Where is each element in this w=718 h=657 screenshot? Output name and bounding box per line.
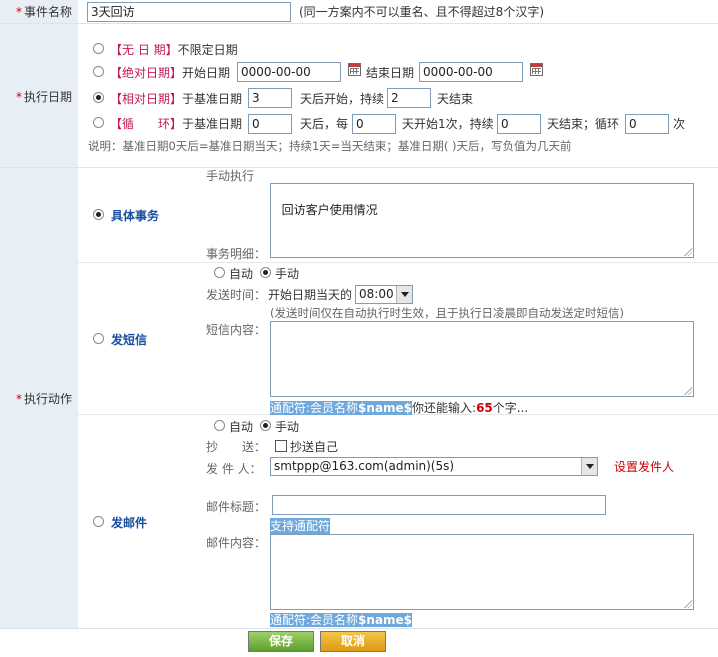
sms-manual-label: 手动 xyxy=(275,267,300,281)
sms-wildcard-var: $name$ xyxy=(358,401,413,415)
cycle-text-3: 天结束；循环 xyxy=(547,117,620,131)
cycle-every-input[interactable]: 0 xyxy=(352,114,396,134)
email-manual-label: 手动 xyxy=(275,420,300,434)
email-cc-self-checkbox[interactable] xyxy=(275,440,287,452)
email-wildcard-var: $name$ xyxy=(358,613,413,627)
email-sender-label: 发 件 人： xyxy=(206,462,262,476)
task-detail-text: 回访客户使用情况 xyxy=(281,203,378,217)
relative-start-input[interactable]: 3 xyxy=(248,88,292,108)
cycle-text-4: 次 xyxy=(673,117,686,131)
row-divider xyxy=(0,23,718,24)
email-manual-radio[interactable] xyxy=(260,420,271,431)
sms-content-textarea[interactable] xyxy=(270,321,694,397)
email-sender-select[interactable]: smtppp@163.com(admin)(5s) xyxy=(270,457,598,476)
action-email-title[interactable]: 发邮件 xyxy=(111,515,147,531)
action-sms-radio[interactable] xyxy=(93,333,104,344)
event-name-label-cell: * 事件名称 xyxy=(0,0,78,23)
sms-send-time-note: (发送时间仅在自动执行时生效，且于执行日凌晨即自动发送定时短信) xyxy=(270,306,624,320)
exec-date-note: 说明：基准日期0天后=基准日期当天；持续1天=当天结束；基准日期( )天后，写负… xyxy=(88,139,572,153)
date-absolute-radio[interactable] xyxy=(93,66,104,77)
relative-duration-input[interactable]: 2 xyxy=(387,88,431,108)
sms-remain-count: 65 xyxy=(476,401,493,415)
email-wildcard-hint: 通配符:会员名称$name$ xyxy=(270,613,413,627)
cycle-repeat-input[interactable]: 0 xyxy=(625,114,669,134)
task-detail-textarea[interactable]: 回访客户使用情况 xyxy=(270,183,694,258)
sms-content-label: 短信内容： xyxy=(206,323,267,337)
sms-auto-radio[interactable] xyxy=(214,267,225,278)
email-subject-input[interactable] xyxy=(272,495,606,515)
relative-suffix-text: 天结束 xyxy=(437,92,474,106)
required-mark: * xyxy=(15,5,22,19)
action-email-radio[interactable] xyxy=(93,516,104,527)
sms-remain-prefix: 你还能输入: xyxy=(412,401,477,415)
email-cc-label: 抄 送： xyxy=(206,440,267,454)
sms-send-time-label: 发送时间： xyxy=(206,288,267,302)
cycle-offset-input[interactable]: 0 xyxy=(248,114,292,134)
relative-prefix: 于基准日期 xyxy=(182,92,243,106)
email-auto-radio[interactable] xyxy=(214,420,225,431)
email-cc-self-label: 抄送自己 xyxy=(290,440,339,454)
end-date-calendar-icon[interactable] xyxy=(530,63,543,76)
exec-date-label-cell: * 执行日期 xyxy=(0,24,78,167)
sms-send-time-select[interactable]: 08:00 xyxy=(355,285,413,304)
start-date-input[interactable]: 0000-00-00 xyxy=(237,62,341,82)
event-name-hint: (同一方案内不可以重名、且不得超过8个汉字) xyxy=(299,5,544,19)
resize-grip-icon[interactable] xyxy=(684,387,692,395)
chevron-down-icon[interactable] xyxy=(396,286,412,303)
date-none-bracket: 【无 日 期】 xyxy=(110,43,178,57)
date-cycle-bracket: 【循 环】 xyxy=(110,117,183,131)
exec-action-label: 执行动作 xyxy=(23,392,72,406)
sms-send-time-value: 08:00 xyxy=(359,287,394,301)
cycle-duration-input[interactable]: 0 xyxy=(497,114,541,134)
row-divider xyxy=(0,628,718,629)
email-subject-label: 邮件标题： xyxy=(206,500,267,514)
required-mark: * xyxy=(15,90,22,104)
action-task-radio[interactable] xyxy=(93,209,104,220)
sms-remain-suffix: 个字... xyxy=(492,401,529,415)
task-manual-label: 手动执行 xyxy=(206,169,255,183)
cycle-prefix: 于基准日期 xyxy=(182,117,243,131)
cycle-text-2: 天开始1次，持续 xyxy=(402,117,494,131)
date-none-radio[interactable] xyxy=(93,43,104,54)
resize-grip-icon[interactable] xyxy=(684,248,692,256)
date-relative-bracket: 【相对日期】 xyxy=(110,92,183,106)
end-date-input[interactable]: 0000-00-00 xyxy=(419,62,523,82)
subrow-divider xyxy=(78,262,718,263)
cycle-text-1: 天后，每 xyxy=(300,117,349,131)
exec-date-label: 执行日期 xyxy=(23,90,72,104)
sms-wildcard-prefix: 通配符:会员名称 xyxy=(270,401,359,415)
email-content-label: 邮件内容： xyxy=(206,536,267,550)
required-mark: * xyxy=(15,392,22,406)
start-date-label: 开始日期 xyxy=(182,66,231,80)
relative-mid-text: 天后开始，持续 xyxy=(300,92,385,106)
date-cycle-radio[interactable] xyxy=(93,117,104,128)
event-name-input[interactable]: 3天回访 xyxy=(87,2,291,22)
resize-grip-icon[interactable] xyxy=(684,600,692,608)
sms-wildcard-hint: 通配符:会员名称$name$ xyxy=(270,401,413,415)
sms-auto-label: 自动 xyxy=(229,267,254,281)
email-sender-value: smtppp@163.com(admin)(5s) xyxy=(274,459,455,473)
row-divider xyxy=(0,167,718,168)
date-relative-radio[interactable] xyxy=(93,92,104,103)
sms-manual-radio[interactable] xyxy=(260,267,271,278)
set-sender-link[interactable]: 设置发件人 xyxy=(614,459,674,475)
exec-action-label-cell: * 执行动作 xyxy=(0,168,78,628)
cancel-button[interactable]: 取消 xyxy=(320,631,386,652)
email-wildcard-prefix: 通配符:会员名称 xyxy=(270,613,359,627)
end-date-label: 结束日期 xyxy=(366,66,415,80)
email-auto-label: 自动 xyxy=(229,420,254,434)
action-task-title[interactable]: 具体事务 xyxy=(111,208,159,224)
email-subject-hint: 支持通配符 xyxy=(270,518,331,534)
start-date-calendar-icon[interactable] xyxy=(348,63,361,76)
task-detail-label: 事务明细： xyxy=(206,247,267,261)
date-absolute-bracket: 【绝对日期】 xyxy=(110,66,183,80)
chevron-down-icon[interactable] xyxy=(581,458,597,475)
event-name-label: 事件名称 xyxy=(23,5,72,19)
sms-send-time-prefix: 开始日期当天的 xyxy=(268,288,353,302)
save-button[interactable]: 保存 xyxy=(248,631,314,652)
email-content-textarea[interactable] xyxy=(270,534,694,610)
action-sms-title[interactable]: 发短信 xyxy=(111,332,147,348)
date-none-text: 不限定日期 xyxy=(177,43,238,57)
